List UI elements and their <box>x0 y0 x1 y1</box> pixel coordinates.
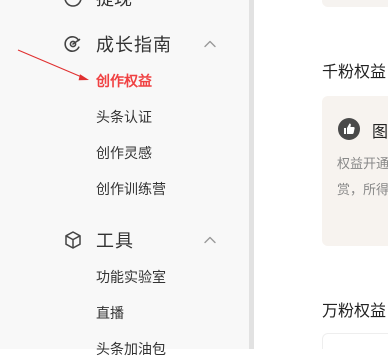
sidebar-item-boost-pack[interactable]: 头条加油包 <box>96 339 166 361</box>
section-title: 千粉权益 <box>322 62 387 81</box>
sidebar: 提现 成长指南 创作权益 头条认证 创作灵感 创作训练营 工具 <box>0 0 249 358</box>
card-partial <box>322 0 388 7</box>
section-title: 万粉权益 <box>322 301 387 320</box>
sidebar-item-toutiao-verification[interactable]: 头条认证 <box>96 107 152 129</box>
sidebar-group-label: 工具 <box>96 231 134 252</box>
card-desc-line: 赏，所得 <box>337 183 388 198</box>
clock-icon <box>64 0 82 7</box>
sidebar-item-creative-inspiration[interactable]: 创作灵感 <box>96 143 152 165</box>
sidebar-group-label: 成长指南 <box>96 35 172 56</box>
sidebar-group-growth-guide[interactable]: 成长指南 <box>0 29 249 59</box>
card-partial <box>322 333 388 349</box>
cube-icon <box>63 230 83 250</box>
card-description: 权益开通 赏，所得 <box>337 152 388 204</box>
sidebar-item-creator-bootcamp[interactable]: 创作训练营 <box>96 179 166 201</box>
sidebar-item-creator-benefits[interactable]: 创作权益 <box>96 71 152 93</box>
growth-icon <box>63 34 83 54</box>
sidebar-group-label: 提现 <box>96 0 132 11</box>
card-title: 图 <box>372 122 388 141</box>
sidebar-group-tools[interactable]: 工具 <box>0 225 249 255</box>
sidebar-item-feature-lab[interactable]: 功能实验室 <box>96 267 166 289</box>
thumbs-up-icon <box>338 118 360 140</box>
chevron-up-icon[interactable] <box>203 233 217 247</box>
sidebar-group-withdraw[interactable]: 提现 <box>63 0 132 11</box>
sidebar-item-live[interactable]: 直播 <box>96 303 124 325</box>
chevron-up-icon[interactable] <box>203 37 217 51</box>
card-desc-line: 权益开通 <box>337 157 388 172</box>
main-content: 千粉权益 图 权益开通 赏，所得 万粉权益 <box>254 0 388 349</box>
benefit-card[interactable]: 图 权益开通 赏，所得 <box>322 96 388 246</box>
